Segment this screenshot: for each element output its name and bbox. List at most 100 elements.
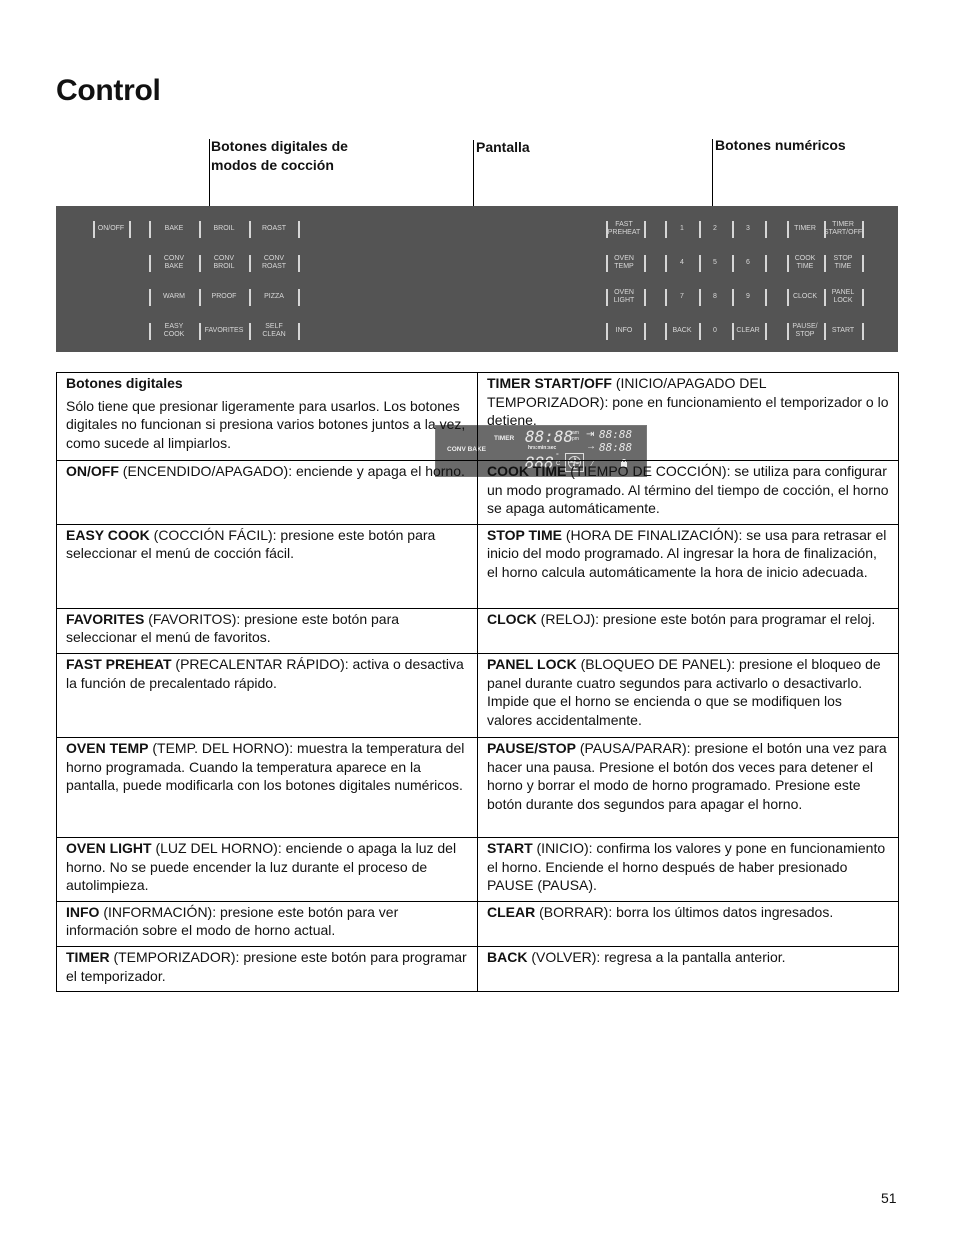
control-term: FAST PREHEAT bbox=[66, 655, 172, 672]
table-row: INFO (INFORMACIÓN): presione este botón … bbox=[56, 900, 899, 947]
control-term: BACK bbox=[487, 948, 528, 965]
mode-button-conv-bake[interactable]: CONV BAKE bbox=[150, 254, 198, 272]
table-cell-left: OVEN TEMP (TEMP. DEL HORNO): muestra la … bbox=[56, 736, 478, 838]
control-term: EASY COOK bbox=[66, 526, 150, 543]
button-divider bbox=[862, 221, 864, 238]
on-off-button[interactable]: ON/OFF bbox=[95, 220, 127, 238]
control-term: FAVORITES bbox=[66, 610, 145, 627]
control-description: (INICIO): confirma los valores y pone en… bbox=[487, 839, 886, 894]
control-description: (VOLVER): regresa a la pantalla anterior… bbox=[527, 948, 786, 965]
function-button-fast-preheat[interactable]: FAST PREHEAT bbox=[605, 220, 643, 238]
cell-entry: INFO (INFORMACIÓN): presione este botón … bbox=[66, 903, 468, 940]
numeric-button-8[interactable]: 8 bbox=[699, 288, 731, 306]
numeric-button-3[interactable]: 3 bbox=[732, 220, 764, 238]
function-button-timer[interactable]: TIMER bbox=[786, 220, 824, 238]
numeric-button-1[interactable]: 1 bbox=[666, 220, 698, 238]
cell-entry: BACK (VOLVER): regresa a la pantalla ant… bbox=[487, 948, 889, 967]
control-term: PANEL LOCK bbox=[487, 655, 577, 672]
function-button-start[interactable]: START bbox=[824, 322, 862, 340]
button-divider bbox=[644, 323, 646, 340]
mode-button-self-clean[interactable]: SELF CLEAN bbox=[250, 322, 298, 340]
cell-entry: EASY COOK (COCCIÓN FÁCIL): presione este… bbox=[66, 526, 468, 563]
table-row: FAST PREHEAT (PRECALENTAR RÁPIDO): activ… bbox=[56, 652, 899, 738]
numeric-button-4[interactable]: 4 bbox=[666, 254, 698, 272]
page-title: Control bbox=[56, 74, 161, 107]
numeric-button-5[interactable]: 5 bbox=[699, 254, 731, 272]
cell-entry: STOP TIME (HORA DE FINALIZACIÓN): se usa… bbox=[487, 526, 889, 582]
table-cell-right: PAUSE/STOP (PAUSA/PARAR): presione el bo… bbox=[477, 736, 899, 838]
cell-entry: PANEL LOCK (BLOQUEO DE PANEL): presione … bbox=[487, 655, 889, 729]
table-cell-right: TIMER START/OFF (INICIO/APAGADO DEL TEMP… bbox=[477, 372, 899, 461]
button-divider bbox=[129, 221, 131, 238]
control-panel: CONV BAKE TIMER 88:88 am pm hrs:min:sec … bbox=[56, 206, 898, 477]
mode-button-proof[interactable]: PROOF bbox=[200, 288, 248, 306]
function-button-timer-start-off[interactable]: TIMER START/OFF bbox=[824, 220, 862, 238]
function-button-oven-light[interactable]: OVEN LIGHT bbox=[605, 288, 643, 306]
cell-entry: TIMER START/OFF (INICIO/APAGADO DEL TEMP… bbox=[487, 374, 889, 430]
cell-entry: ON/OFF (ENCENDIDO/APAGADO): enciende y a… bbox=[66, 462, 468, 481]
control-term: OVEN LIGHT bbox=[66, 839, 152, 856]
table-row: OVEN TEMP (TEMP. DEL HORNO): muestra la … bbox=[56, 736, 899, 838]
function-button-oven-temp[interactable]: OVEN TEMP bbox=[605, 254, 643, 272]
control-term: TIMER bbox=[66, 948, 110, 965]
numeric-button-7[interactable]: 7 bbox=[666, 288, 698, 306]
table-cell-right: STOP TIME (HORA DE FINALIZACIÓN): se usa… bbox=[477, 523, 899, 609]
button-divider bbox=[765, 289, 767, 306]
page-number: 51 bbox=[881, 1190, 897, 1206]
cell-entry: START (INICIO): confirma los valores y p… bbox=[487, 839, 889, 895]
control-term: INFO bbox=[66, 903, 100, 920]
numeric-button-2[interactable]: 2 bbox=[699, 220, 731, 238]
button-divider bbox=[765, 255, 767, 272]
cell-entry: CLOCK (RELOJ): presione este botón para … bbox=[487, 610, 889, 629]
table-row: TIMER (TEMPORIZADOR): presione este botó… bbox=[56, 945, 899, 993]
cell-heading: Botones digitales bbox=[66, 375, 183, 391]
control-term: START bbox=[487, 839, 533, 856]
numeric-button-back[interactable]: BACK bbox=[666, 322, 698, 340]
cell-entry: OVEN LIGHT (LUZ DEL HORNO): enciende o a… bbox=[66, 839, 468, 895]
table-row: Botones digitales Sólo tiene que presiona… bbox=[56, 372, 899, 461]
numeric-button-6[interactable]: 6 bbox=[732, 254, 764, 272]
control-description: (BORRAR): borra los últimos datos ingres… bbox=[535, 903, 834, 920]
cell-entry: OVEN TEMP (TEMP. DEL HORNO): muestra la … bbox=[66, 739, 468, 795]
mode-button-warm[interactable]: WARM bbox=[150, 288, 198, 306]
numeric-button-0[interactable]: 0 bbox=[699, 322, 731, 340]
callout-mode-buttons: Botones digitales de modos de cocción bbox=[211, 138, 348, 173]
button-divider bbox=[298, 255, 300, 272]
function-button-pause-stop[interactable]: PAUSE/ STOP bbox=[786, 322, 824, 340]
mode-button-pizza[interactable]: PIZZA bbox=[250, 288, 298, 306]
table-cell-left: FAST PREHEAT (PRECALENTAR RÁPIDO): activ… bbox=[56, 652, 478, 738]
control-term: COOK TIME bbox=[487, 463, 567, 479]
mode-button-bake[interactable]: BAKE bbox=[150, 220, 198, 238]
button-divider bbox=[862, 289, 864, 306]
table-cell-left: Botones digitales Sólo tiene que presiona… bbox=[56, 372, 478, 461]
function-button-stop-time[interactable]: STOP TIME bbox=[824, 254, 862, 272]
mode-button-favorites[interactable]: FAVORITES bbox=[200, 322, 248, 340]
table-cell-left: EASY COOK (COCCIÓN FÁCIL): presione este… bbox=[56, 523, 478, 609]
numeric-button-clear[interactable]: CLEAR bbox=[732, 322, 764, 340]
control-term: TIMER START/OFF bbox=[487, 375, 612, 391]
numeric-button-9[interactable]: 9 bbox=[732, 288, 764, 306]
mode-button-conv-roast[interactable]: CONV ROAST bbox=[250, 254, 298, 272]
function-button-info[interactable]: INFO bbox=[605, 322, 643, 340]
table-cell-left: TIMER (TEMPORIZADOR): presione este botó… bbox=[56, 945, 478, 993]
mode-button-broil[interactable]: BROIL bbox=[200, 220, 248, 238]
function-button-cook-time[interactable]: COOK TIME bbox=[786, 254, 824, 272]
control-description: (ENCENDIDO/APAGADO): enciende y apaga el… bbox=[118, 463, 465, 479]
control-description: (INFORMACIÓN): presione este botón para … bbox=[66, 903, 399, 939]
mode-button-easy-cook[interactable]: EASY COOK bbox=[150, 322, 198, 340]
button-divider bbox=[862, 323, 864, 340]
button-divider bbox=[644, 221, 646, 238]
mode-button-roast[interactable]: ROAST bbox=[250, 220, 298, 238]
table-cell-right: BACK (VOLVER): regresa a la pantalla ant… bbox=[477, 945, 899, 993]
table-cell-right: START (INICIO): confirma los valores y p… bbox=[477, 836, 899, 902]
cell-entry: COOK TIME (TIEMPO DE COCCIÓN): se utiliz… bbox=[487, 462, 889, 518]
button-divider bbox=[862, 255, 864, 272]
button-divider bbox=[298, 323, 300, 340]
table-row: ON/OFF (ENCENDIDO/APAGADO): enciende y a… bbox=[56, 460, 899, 525]
function-button-clock[interactable]: CLOCK bbox=[786, 288, 824, 306]
cell-entry: CLEAR (BORRAR): borra los últimos datos … bbox=[487, 903, 889, 922]
table-row: OVEN LIGHT (LUZ DEL HORNO): enciende o a… bbox=[56, 836, 899, 902]
mode-button-conv-broil[interactable]: CONV BROIL bbox=[200, 254, 248, 272]
controls-description-table: Botones digitales Sólo tiene que presiona… bbox=[56, 372, 899, 993]
function-button-panel-lock[interactable]: PANEL LOCK bbox=[824, 288, 862, 306]
